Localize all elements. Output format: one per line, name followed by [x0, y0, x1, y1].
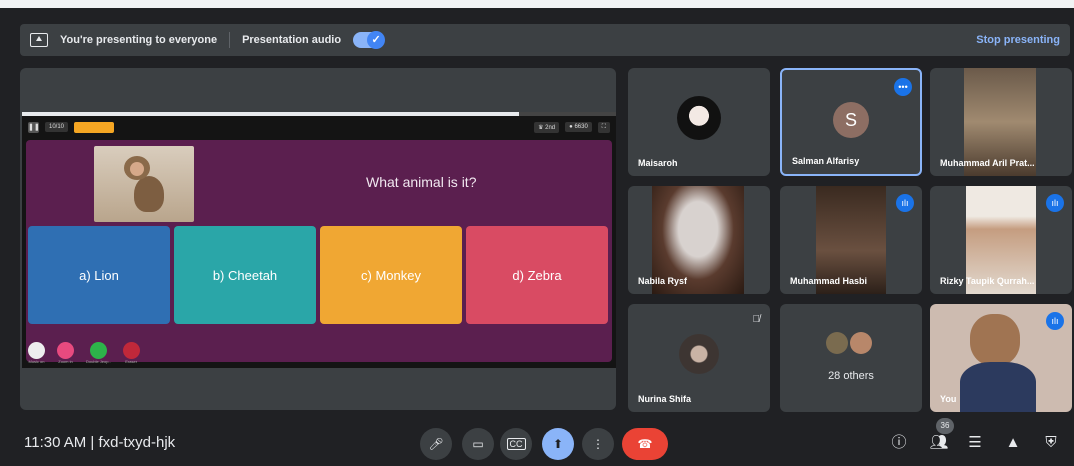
- participant-name: Nabila Rysf: [638, 276, 688, 286]
- participant-name: Maisaroh: [638, 158, 678, 168]
- quiz-progress-bar: [22, 112, 616, 116]
- meeting-details-button[interactable]: ⓘ: [888, 432, 910, 454]
- others-tile[interactable]: 28 others: [780, 304, 922, 412]
- participant-name: Nurina Shifa: [638, 394, 692, 404]
- people-icon: 👥︎: [929, 434, 949, 451]
- participant-name: Muhammad Hasbi: [790, 276, 868, 286]
- streak-bar: [74, 121, 115, 133]
- monkey-image: [94, 146, 194, 222]
- more-options-button[interactable]: ⋮: [582, 428, 614, 460]
- powerup-label: Zoom in: [58, 359, 73, 364]
- present-icon: ⬆: [552, 437, 564, 451]
- score-value: 6630: [574, 124, 588, 130]
- participant-name: Rizky Taupik Qurrah...: [940, 276, 1035, 286]
- avatar: [850, 332, 872, 354]
- presenting-text: You're presenting to everyone: [60, 34, 218, 46]
- speaking-indicator-icon: ılı: [896, 194, 914, 212]
- answer-label: d) Zebra: [512, 267, 562, 283]
- quiz-timer: 10/10: [45, 122, 69, 132]
- avatar: [677, 96, 721, 140]
- speaking-indicator-icon: ılı: [1046, 194, 1064, 212]
- stop-presenting-button[interactable]: Stop presenting: [976, 34, 1060, 46]
- participant-tile[interactable]: Maisaroh: [628, 68, 770, 176]
- answer-option[interactable]: b) Cheetah: [174, 226, 316, 324]
- fullscreen-icon[interactable]: ⛶: [597, 121, 610, 133]
- camera-button[interactable]: ▭: [462, 428, 494, 460]
- pause-icon[interactable]: ❚❚: [28, 121, 40, 133]
- answer-option[interactable]: d) Zebra: [466, 226, 608, 324]
- powerup-double[interactable]: Double Jeop..: [86, 338, 111, 364]
- powerup-zoom[interactable]: Zoom in: [57, 338, 74, 364]
- microphone-icon: 🎤︎: [428, 437, 444, 451]
- powerup-label: Music on: [28, 359, 45, 364]
- powerup-label: Eraser: [125, 359, 138, 364]
- answer-label: b) Cheetah: [212, 267, 278, 283]
- activities-icon: ▲: [1005, 434, 1021, 451]
- camera-icon: ▭: [472, 437, 484, 451]
- captions-icon: CC: [506, 438, 526, 450]
- check-icon: ✓: [367, 31, 386, 49]
- chat-icon: ☰: [968, 434, 982, 451]
- present-now-button[interactable]: ⬆: [542, 428, 574, 460]
- present-screen-icon: [30, 33, 48, 47]
- presenting-banner: You're presenting to everyone Presentati…: [20, 24, 1070, 56]
- mic-off-icon: 🎙̸: [752, 314, 761, 325]
- powerup-eraser[interactable]: Eraser: [122, 338, 140, 364]
- score-chip: ● 6630: [565, 122, 592, 132]
- divider: [229, 32, 231, 48]
- leave-call-button[interactable]: ☎: [622, 428, 668, 460]
- powerup-bar: Music on Zoom in Double Jeop.. Eraser: [22, 338, 616, 368]
- chat-button[interactable]: ☰: [964, 432, 986, 454]
- camera-feed: [960, 362, 1036, 412]
- presentation-audio-label: Presentation audio: [242, 34, 342, 46]
- participant-tile[interactable]: Nabila Rysf: [628, 186, 770, 294]
- participant-name: Salman Alfarisy: [792, 156, 860, 166]
- participant-tile-selected[interactable]: ••• S Salman Alfarisy: [780, 68, 922, 176]
- top-edge: [0, 0, 1074, 8]
- hang-up-icon: ☎: [637, 437, 653, 451]
- answer-label: c) Monkey: [361, 267, 421, 283]
- participant-name: You: [940, 394, 957, 404]
- camera-feed: [970, 314, 1020, 366]
- answer-option[interactable]: a) Lion: [28, 226, 170, 324]
- participant-tile[interactable]: ılı Rizky Taupik Qurrah...: [930, 186, 1072, 294]
- participant-tile[interactable]: Muhammad Aril Prat...: [930, 68, 1072, 176]
- self-tile[interactable]: ılı You: [930, 304, 1072, 412]
- others-count: 28 others: [828, 370, 874, 382]
- speaking-indicator-icon: ılı: [1046, 312, 1064, 330]
- avatar: S: [833, 102, 869, 138]
- avatar: [679, 334, 719, 374]
- info-icon: ⓘ: [891, 434, 907, 451]
- powerup-label: Double Jeop..: [86, 359, 111, 364]
- powerup-music[interactable]: Music on: [28, 338, 45, 364]
- activities-button[interactable]: ▲: [1002, 432, 1024, 454]
- microphone-button[interactable]: 🎤︎: [420, 428, 452, 460]
- people-button[interactable]: 👥︎: [928, 432, 950, 454]
- rank-value: 2nd: [545, 124, 556, 131]
- question-card: What animal is it? a) Lion b) Cheetah c)…: [26, 140, 612, 362]
- question-text: What animal is it?: [366, 174, 477, 190]
- answer-label: a) Lion: [79, 267, 119, 283]
- captions-button[interactable]: CC: [500, 428, 532, 460]
- meeting-time-and-code: 11:30 AM | fxd-txyd-hjk: [24, 434, 176, 451]
- shield-lock-icon: ⛨: [1045, 434, 1057, 451]
- presentation-view: ❚❚ 10/10 ♛ 2nd ● 6630 ⛶ What animal is i…: [20, 68, 616, 410]
- quiz-top-bar: ❚❚ 10/10 ♛ 2nd ● 6630 ⛶: [22, 118, 616, 136]
- participant-tile[interactable]: ılı Muhammad Hasbi: [780, 186, 922, 294]
- rank-chip: ♛ 2nd: [534, 121, 560, 133]
- shared-screen: ❚❚ 10/10 ♛ 2nd ● 6630 ⛶ What animal is i…: [22, 112, 616, 368]
- avatar: [826, 332, 848, 354]
- more-options-icon[interactable]: •••: [894, 78, 912, 96]
- answer-option[interactable]: c) Monkey: [320, 226, 462, 324]
- participant-tile[interactable]: 🎙̸ Nurina Shifa: [628, 304, 770, 412]
- presentation-audio-toggle[interactable]: ✓: [353, 31, 386, 49]
- host-controls-button[interactable]: ⛨: [1040, 432, 1062, 454]
- more-vert-icon: ⋮: [592, 437, 604, 451]
- participant-name: Muhammad Aril Prat...: [940, 158, 1035, 168]
